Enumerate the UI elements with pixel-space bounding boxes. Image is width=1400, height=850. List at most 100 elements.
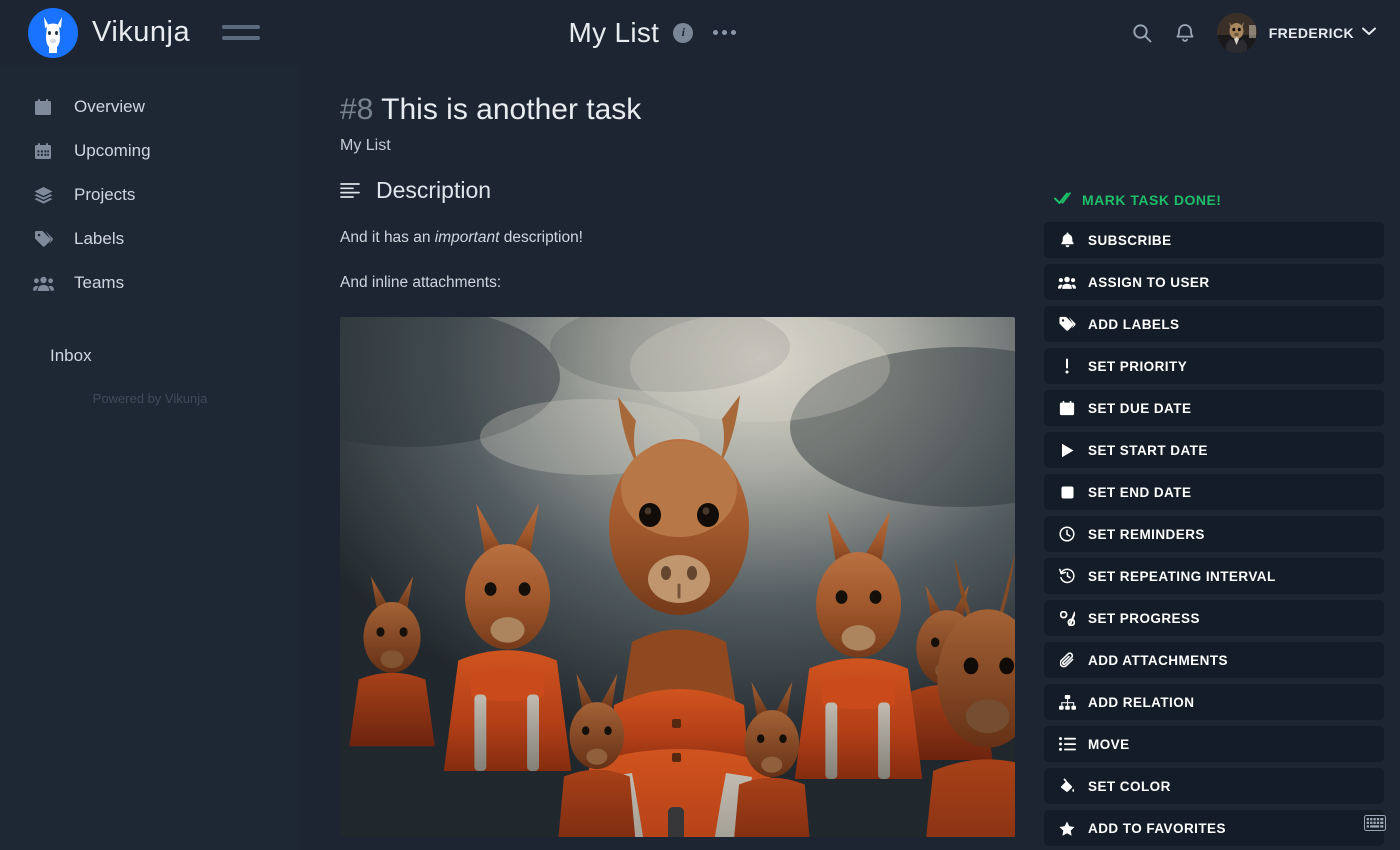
task-number: #8: [340, 93, 374, 126]
action-label: SET COLOR: [1088, 778, 1171, 794]
bell-icon[interactable]: [1175, 22, 1195, 44]
top-navigation-bar: Vikunja My List i FREDERICK: [0, 0, 1400, 65]
set-end-date-button[interactable]: SET END DATE: [1044, 474, 1384, 510]
content-row: Description And it has an important desc…: [300, 155, 1400, 850]
sidebar-item-upcoming[interactable]: Upcoming: [0, 129, 300, 173]
sidebar-item-label: Upcoming: [74, 141, 151, 160]
move-button[interactable]: MOVE: [1044, 726, 1384, 762]
sidebar-item-label: Labels: [74, 229, 125, 248]
calendar-icon: [32, 98, 54, 116]
set-repeating-interval-button[interactable]: SET REPEATING INTERVAL: [1044, 558, 1384, 594]
sidebar: Overview Upcoming Projects Labels Teams …: [0, 65, 300, 850]
align-left-icon: [340, 182, 360, 199]
tag-icon: [1058, 316, 1076, 332]
description-paragraph-1: And it has an important description!: [340, 226, 1030, 249]
user-name: FREDERICK: [1268, 24, 1354, 41]
add-labels-button[interactable]: ADD LABELS: [1044, 306, 1384, 342]
play-icon: [1058, 443, 1076, 458]
sidebar-inbox-label: Inbox: [50, 346, 92, 365]
mark-task-done-button[interactable]: MARK TASK DONE!: [1044, 187, 1384, 222]
double-check-icon: [1054, 191, 1072, 208]
fill-drip-icon: [1058, 778, 1076, 794]
description-paragraph-2: And inline attachments:: [340, 274, 502, 292]
chevron-down-icon[interactable]: [1362, 27, 1376, 39]
paperclip-icon: [1058, 652, 1076, 668]
action-label: SET PROGRESS: [1088, 610, 1200, 626]
desc-text-emphasis: important: [434, 229, 500, 246]
set-color-button[interactable]: SET COLOR: [1044, 768, 1384, 804]
calendar-icon: [1058, 400, 1076, 416]
sidebar-item-label: Projects: [74, 185, 136, 204]
set-start-date-button[interactable]: SET START DATE: [1044, 432, 1384, 468]
star-icon: [1058, 821, 1076, 836]
description-column: Description And it has an important desc…: [340, 177, 1030, 850]
nav-center: My List i: [180, 17, 1131, 49]
description-heading-label: Description: [376, 177, 492, 203]
nav-right-controls: FREDERICK: [1131, 12, 1400, 53]
add-attachments-button[interactable]: ADD ATTACHMENTS: [1044, 642, 1384, 678]
action-label: SET REPEATING INTERVAL: [1088, 568, 1276, 584]
description-heading: Description: [340, 177, 1030, 204]
action-label: SET END DATE: [1088, 484, 1192, 500]
set-progress-button[interactable]: SET PROGRESS: [1044, 600, 1384, 636]
stop-square-icon: [1058, 486, 1076, 499]
info-icon[interactable]: i: [673, 22, 694, 43]
action-label: SET DUE DATE: [1088, 400, 1192, 416]
sidebar-item-overview[interactable]: Overview: [0, 85, 300, 129]
sidebar-footer: Powered by Vikunja: [92, 391, 208, 406]
task-list-name: My List: [340, 137, 391, 154]
action-label: MOVE: [1088, 736, 1130, 752]
add-to-favorites-button[interactable]: ADD TO FAVORITES: [1044, 810, 1384, 846]
more-options-icon[interactable]: [707, 24, 742, 41]
sidebar-item-label: Overview: [74, 97, 145, 116]
users-icon: [1058, 275, 1076, 290]
sidebar-item-teams[interactable]: Teams: [0, 261, 300, 305]
action-label: ADD TO FAVORITES: [1088, 820, 1226, 836]
task-title-row: #8 This is another task: [340, 93, 1400, 127]
history-icon: [1058, 568, 1076, 584]
avatar[interactable]: [1216, 12, 1257, 53]
users-icon: [32, 275, 54, 292]
action-label: ASSIGN TO USER: [1088, 274, 1210, 290]
sidebar-item-label: Teams: [74, 273, 125, 292]
layers-icon: [32, 186, 54, 204]
action-label: SUBSCRIBE: [1088, 232, 1172, 248]
desc-text-after: description!: [499, 229, 583, 246]
assign-to-user-button[interactable]: ASSIGN TO USER: [1044, 264, 1384, 300]
search-icon[interactable]: [1131, 22, 1153, 44]
action-label: ADD ATTACHMENTS: [1088, 652, 1228, 668]
page-title: My List: [568, 16, 660, 48]
brand-name: Vikunja: [92, 16, 191, 48]
calendar-grid-icon: [32, 142, 54, 160]
add-relation-button[interactable]: ADD RELATION: [1044, 684, 1384, 720]
llama-logo-icon[interactable]: [28, 7, 78, 58]
task-actions-panel: MARK TASK DONE! SUBSCRIBE ASSIGN TO USER…: [1044, 177, 1384, 850]
desc-text-before: And it has an: [340, 229, 435, 246]
list-icon: [1058, 737, 1076, 751]
percent-icon: [1058, 610, 1076, 626]
subscribe-button[interactable]: SUBSCRIBE: [1044, 222, 1384, 258]
bell-icon: [1058, 232, 1076, 248]
action-label: ADD RELATION: [1088, 694, 1195, 710]
action-label: ADD LABELS: [1088, 316, 1180, 332]
user-menu[interactable]: FREDERICK: [1216, 12, 1376, 53]
exclamation-icon: [1058, 358, 1076, 374]
sidebar-item-labels[interactable]: Labels: [0, 217, 300, 261]
mark-task-done-label: MARK TASK DONE!: [1082, 191, 1222, 208]
keyboard-shortcuts-icon[interactable]: [1364, 815, 1386, 836]
set-reminders-button[interactable]: SET REMINDERS: [1044, 516, 1384, 552]
action-label: SET PRIORITY: [1088, 358, 1188, 374]
inline-attachment-image[interactable]: [340, 316, 1015, 837]
tag-icon: [32, 230, 54, 248]
task-header: #8 This is another task My List: [300, 65, 1400, 155]
action-label: SET START DATE: [1088, 442, 1208, 458]
action-label: SET REMINDERS: [1088, 526, 1205, 542]
sidebar-item-projects[interactable]: Projects: [0, 173, 300, 217]
set-due-date-button[interactable]: SET DUE DATE: [1044, 390, 1384, 426]
sidebar-item-inbox[interactable]: Inbox: [0, 339, 300, 373]
clock-icon: [1058, 526, 1076, 542]
task-title: This is another task: [381, 93, 642, 126]
set-priority-button[interactable]: SET PRIORITY: [1044, 348, 1384, 384]
sitemap-icon: [1058, 694, 1076, 710]
